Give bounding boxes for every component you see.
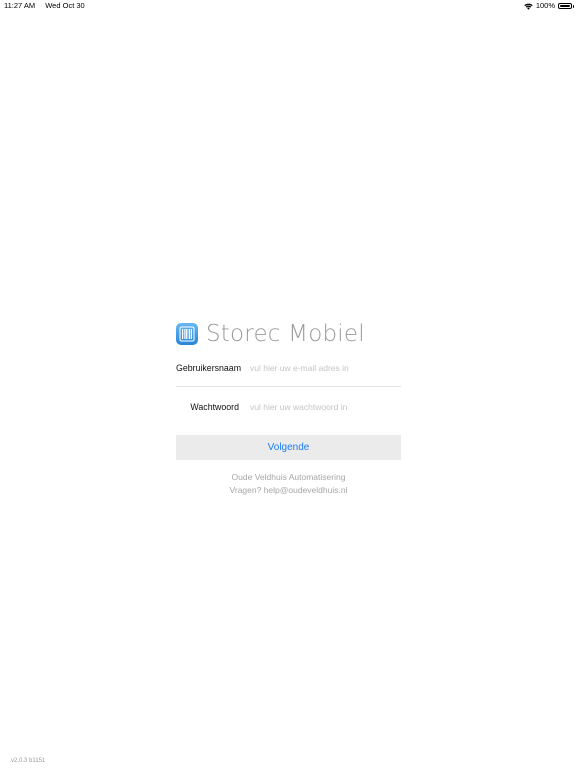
battery-level (560, 5, 570, 7)
battery-icon (558, 3, 574, 9)
status-date: Wed Oct 30 (45, 1, 85, 10)
battery-percentage: 100% (535, 1, 555, 10)
password-row: Wachtwoord (176, 392, 401, 422)
field-separator (176, 386, 401, 387)
status-bar: 11:27 AM Wed Oct 30 100% (0, 0, 576, 14)
username-row: Gebruikersnaam (176, 353, 401, 383)
status-left: 11:27 AM Wed Oct 30 (4, 0, 93, 12)
password-input[interactable] (250, 402, 400, 412)
company-name: Oude Veldhuis Automatisering (231, 472, 346, 482)
app-title: Storec Mobiel (206, 321, 365, 347)
status-time: 11:27 AM (4, 1, 36, 10)
next-button[interactable]: Volgende (176, 435, 401, 460)
username-input[interactable] (250, 363, 400, 373)
wifi-icon (524, 3, 533, 10)
status-right: 100% (524, 0, 574, 12)
barcode-icon (179, 326, 195, 342)
brand-header: Storec Mobiel (176, 320, 401, 348)
storec-app-icon (176, 323, 198, 345)
username-label: Gebruikersnaam (176, 363, 242, 373)
footer-info: Oude Veldhuis Automatisering Vragen? hel… (176, 471, 401, 497)
password-label: Wachtwoord (190, 402, 239, 412)
version-label: v2.0.3 b1151 (11, 758, 46, 764)
help-contact: Vragen? help@oudeveldhuis.nl (229, 485, 348, 495)
login-panel: Storec Mobiel Gebruikersnaam Wachtwoord … (176, 320, 401, 497)
